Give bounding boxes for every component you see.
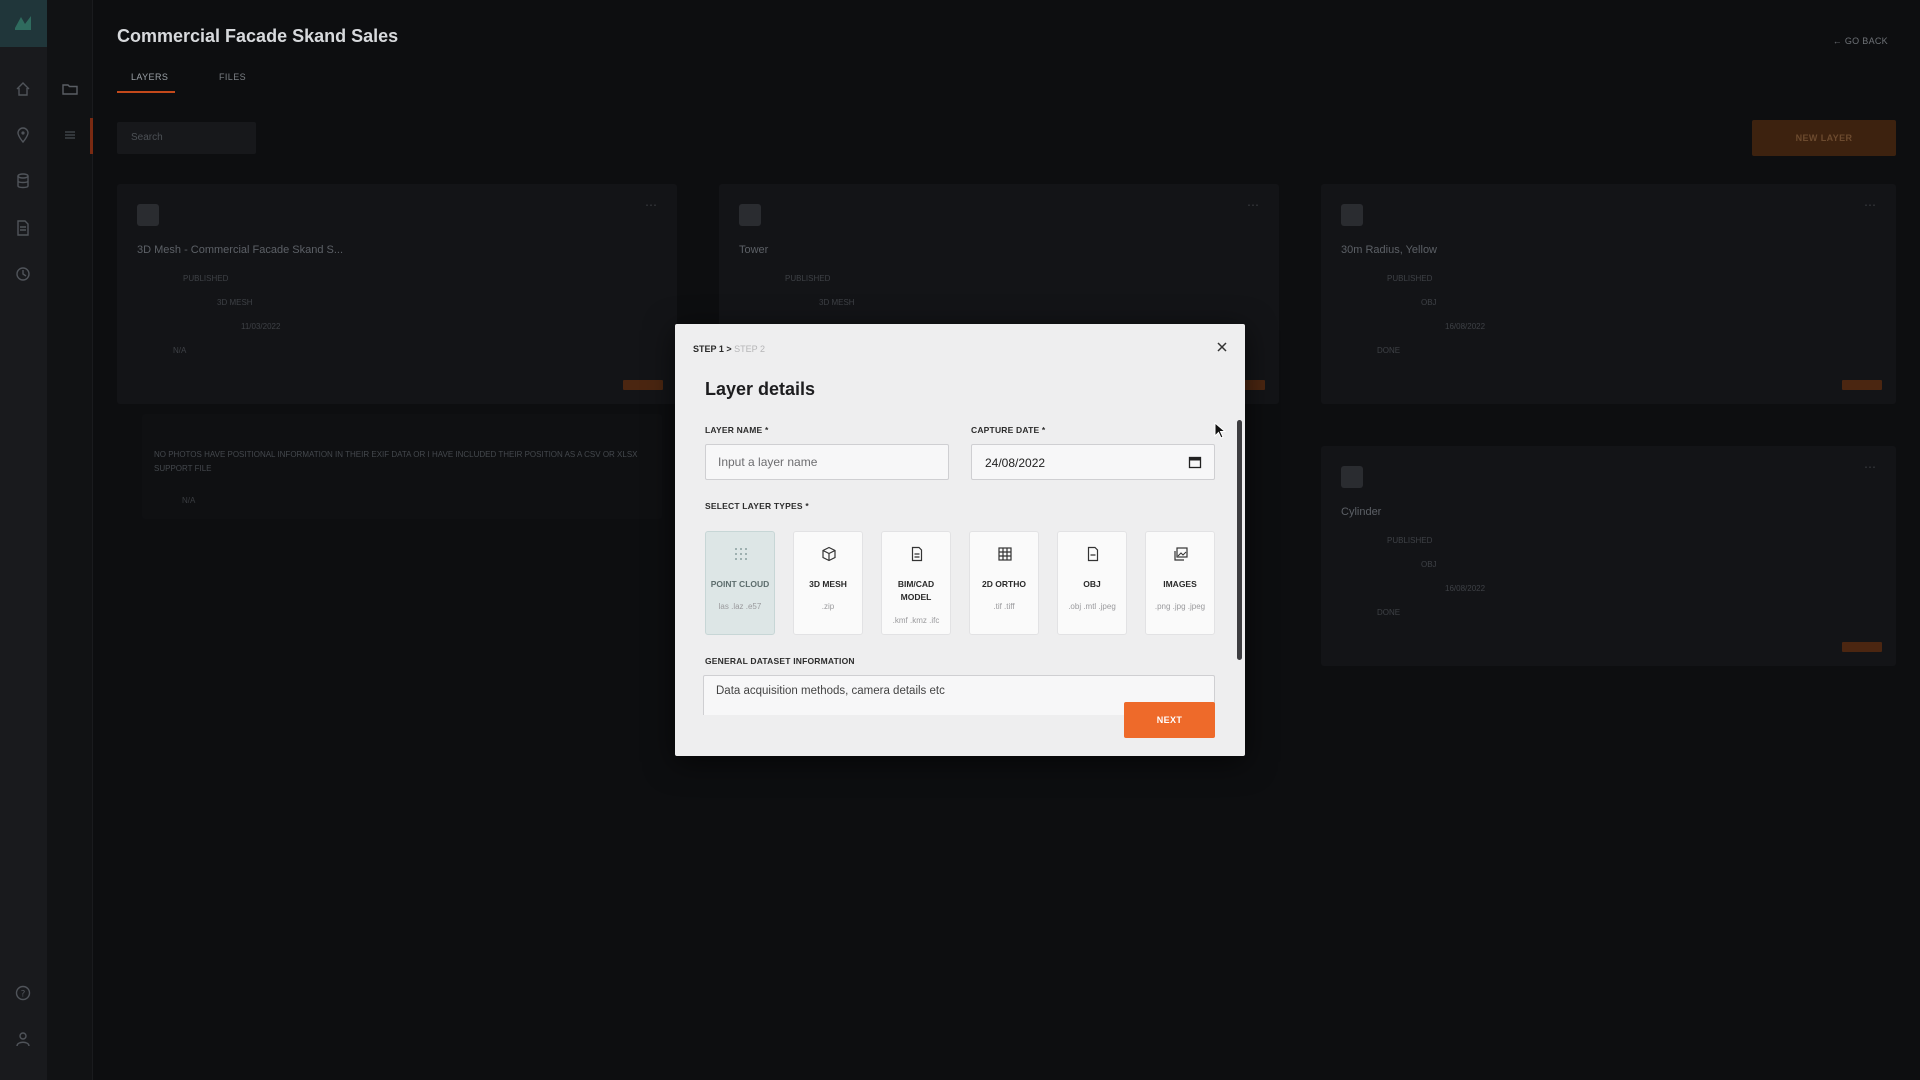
dataset-info-label: GENERAL DATASET INFORMATION bbox=[705, 656, 855, 666]
layer-card-title: Cylinder bbox=[1341, 506, 1382, 518]
layer-card-title: 3D Mesh - Commercial Facade Skand S... bbox=[137, 244, 344, 256]
layer-card-date: 16/08/2022 bbox=[1445, 584, 1486, 593]
folder-icon[interactable] bbox=[61, 80, 79, 98]
layer-type-name: BIM/CAD MODEL bbox=[897, 579, 935, 602]
layer-card-type: 3D MESH bbox=[217, 298, 253, 307]
layer-type-name: OBJ bbox=[1083, 579, 1101, 589]
layer-card-status: PUBLISHED bbox=[1387, 536, 1433, 545]
cube-icon bbox=[739, 204, 761, 226]
layer-type-extensions: .zip bbox=[821, 602, 835, 611]
capture-date-label: CAPTURE DATE * bbox=[971, 425, 1046, 435]
layer-type-name: 2D ORTHO bbox=[982, 579, 1026, 589]
layer-card-extra: N/A bbox=[173, 346, 187, 355]
layer-type-3d-mesh[interactable]: 3D MESH .zip bbox=[793, 531, 863, 635]
layer-type-obj[interactable]: OBJ .obj .mtl .jpeg bbox=[1057, 531, 1127, 635]
secondary-nav bbox=[47, 0, 93, 1080]
step-next: STEP 2 bbox=[734, 344, 765, 354]
layer-details-modal: STEP 1 > STEP 2 Layer details LAYER NAME… bbox=[675, 324, 1245, 756]
layer-name-label: LAYER NAME * bbox=[705, 425, 769, 435]
calendar-icon[interactable] bbox=[1188, 455, 1202, 469]
layer-type-name: POINT CLOUD bbox=[710, 579, 770, 589]
page-title: Commercial Facade Skand Sales bbox=[117, 26, 399, 46]
grid-icon bbox=[997, 546, 1013, 562]
history-icon[interactable] bbox=[14, 265, 32, 283]
layer-card[interactable]: ⋯ 3D Mesh - Commercial Facade Skand S...… bbox=[117, 184, 677, 404]
layer-card-status: PUBLISHED bbox=[1387, 274, 1433, 283]
more-options-icon[interactable]: ⋯ bbox=[1864, 198, 1878, 212]
next-button[interactable]: NEXT bbox=[1124, 702, 1215, 738]
location-pin-icon[interactable] bbox=[14, 126, 32, 144]
tab-underline bbox=[117, 91, 175, 93]
tab-files[interactable]: FILES bbox=[219, 72, 246, 82]
layer-card-title: 30m Radius, Yellow bbox=[1341, 244, 1438, 256]
layer-type-extensions: las .laz .e57 bbox=[718, 602, 762, 611]
modal-scrollbar[interactable] bbox=[1237, 420, 1242, 660]
layer-card-status: PUBLISHED bbox=[785, 274, 831, 283]
mouse-cursor-icon bbox=[1214, 421, 1227, 445]
go-back-label: GO BACK bbox=[1844, 36, 1888, 46]
layer-types-label: SELECT LAYER TYPES * bbox=[705, 501, 809, 511]
tab-layers[interactable]: LAYERS bbox=[131, 72, 168, 82]
layer-card-type: 3D MESH bbox=[819, 298, 855, 307]
capture-date-input[interactable]: 24/08/2022 bbox=[971, 444, 1215, 480]
layer-card[interactable]: ⋯ Cylinder PUBLISHED OBJ 16/08/2022 DONE bbox=[1321, 446, 1896, 666]
help-icon[interactable]: ? bbox=[14, 984, 32, 1002]
document-icon bbox=[1341, 204, 1363, 226]
layers-list-icon[interactable] bbox=[61, 126, 79, 144]
layer-type-point-cloud[interactable]: POINT CLOUD las .laz .e57 bbox=[705, 531, 775, 635]
layer-card-status: PUBLISHED bbox=[183, 274, 229, 283]
more-options-icon[interactable]: ⋯ bbox=[645, 198, 659, 212]
document-icon bbox=[909, 546, 925, 562]
layer-type-extensions: .png .jpg .jpeg bbox=[1154, 602, 1206, 611]
layer-type-extensions: .kmf .kmz .ifc bbox=[892, 616, 940, 625]
modal-title: Layer details bbox=[705, 379, 816, 399]
home-icon[interactable] bbox=[14, 80, 32, 98]
layer-card-date: 16/08/2022 bbox=[1445, 322, 1486, 331]
layer-card-extra: DONE bbox=[1377, 608, 1401, 617]
cube-icon bbox=[821, 546, 837, 562]
database-icon[interactable] bbox=[14, 172, 32, 190]
step-current: STEP 1 > bbox=[693, 344, 732, 354]
status-badge bbox=[623, 380, 663, 390]
status-badge bbox=[1842, 642, 1882, 652]
search-input[interactable]: Search bbox=[117, 122, 256, 154]
support-file-notice: NO PHOTOS HAVE POSITIONAL INFORMATION IN… bbox=[142, 414, 662, 519]
layer-type-2d-ortho[interactable]: 2D ORTHO .tif .tiff bbox=[969, 531, 1039, 635]
layer-type-images[interactable]: IMAGES .png .jpg .jpeg bbox=[1145, 531, 1215, 635]
new-layer-button[interactable]: NEW LAYER bbox=[1752, 120, 1896, 156]
notice-text: NO PHOTOS HAVE POSITIONAL INFORMATION IN… bbox=[154, 450, 638, 473]
cube-icon bbox=[137, 204, 159, 226]
layer-type-extensions: .obj .mtl .jpeg bbox=[1068, 602, 1116, 611]
document-icon[interactable] bbox=[14, 219, 32, 237]
layer-card-type: OBJ bbox=[1421, 560, 1437, 569]
capture-date-value: 24/08/2022 bbox=[985, 456, 1046, 470]
status-badge bbox=[1842, 380, 1882, 390]
file-icon bbox=[1085, 546, 1101, 562]
layer-card-date: 11/03/2022 bbox=[241, 322, 281, 331]
layer-type-extensions: .tif .tiff bbox=[993, 602, 1015, 611]
document-icon bbox=[1341, 466, 1363, 488]
icon-rail: ? bbox=[0, 0, 47, 1080]
svg-text:?: ? bbox=[21, 990, 26, 1000]
point-cloud-icon bbox=[733, 546, 749, 562]
layer-card-type: OBJ bbox=[1421, 298, 1437, 307]
layer-card[interactable]: ⋯ 30m Radius, Yellow PUBLISHED OBJ 16/08… bbox=[1321, 184, 1896, 404]
layer-type-name: 3D MESH bbox=[809, 579, 847, 589]
more-options-icon[interactable]: ⋯ bbox=[1247, 198, 1261, 212]
app-logo[interactable] bbox=[0, 0, 47, 47]
step-breadcrumb: STEP 1 > STEP 2 bbox=[693, 344, 765, 354]
user-icon[interactable] bbox=[14, 1030, 32, 1048]
layer-type-bim-cad[interactable]: BIM/CAD MODEL .kmf .kmz .ifc bbox=[881, 531, 951, 635]
close-icon[interactable] bbox=[1215, 340, 1229, 354]
notice-footer: N/A bbox=[182, 496, 196, 505]
images-icon bbox=[1173, 546, 1189, 562]
layer-name-input[interactable] bbox=[705, 444, 949, 480]
more-options-icon[interactable]: ⋯ bbox=[1864, 460, 1878, 474]
go-back-link[interactable]: ← GO BACK bbox=[1833, 36, 1888, 46]
layer-card-title: Tower bbox=[739, 244, 769, 256]
layer-type-name: IMAGES bbox=[1163, 579, 1197, 589]
layer-card-extra: DONE bbox=[1377, 346, 1401, 355]
